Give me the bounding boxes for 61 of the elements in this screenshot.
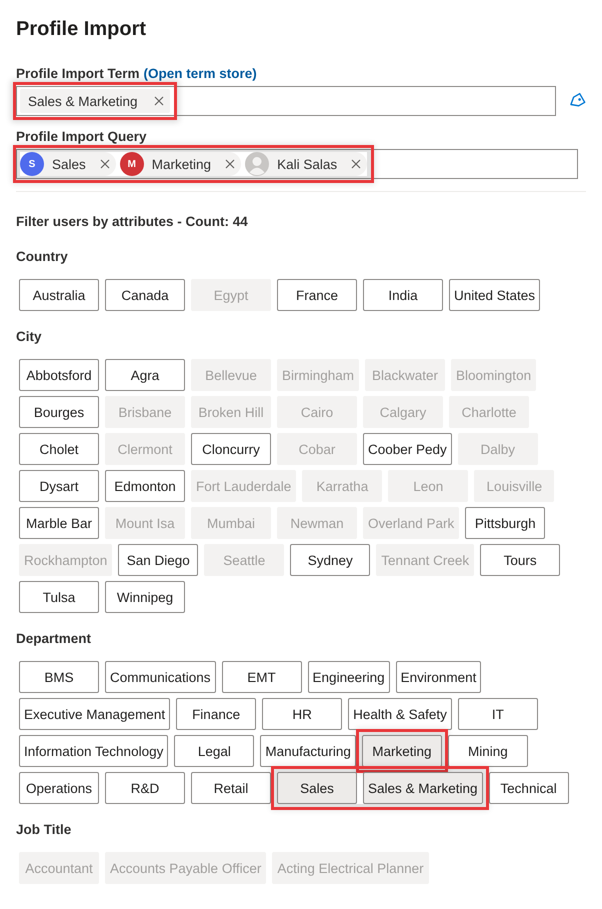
query-token: M Marketing [120,152,242,176]
avatar-icon: S [20,152,44,176]
filter-chip[interactable]: United States [449,279,540,311]
filter-chip[interactable]: Canada [105,279,185,311]
section-title: Job Title [16,822,72,837]
close-icon[interactable] [100,159,110,169]
term-token: Sales & Marketing [20,89,170,113]
filter-chip[interactable]: EMT [222,661,302,693]
filter-chip[interactable]: San Diego [118,544,198,576]
filter-chip[interactable]: HR [262,698,342,730]
filter-chip[interactable]: Marble Bar [19,507,99,539]
filter-chip[interactable]: Australia [19,279,99,311]
filter-chip[interactable]: Tours [480,544,560,576]
field-label: Profile Import Query [16,129,147,144]
filter-chip[interactable]: Cholet [19,433,99,465]
filter-chip[interactable]: Dysart [19,470,99,502]
filter-chip[interactable]: Marketing [362,735,442,767]
filter-chip[interactable]: Tulsa [19,581,99,613]
field-label: Profile Import Term [16,66,140,81]
filter-chip[interactable]: Operations [19,772,99,804]
filter-chip[interactable]: Technical [488,772,569,804]
filter-chip[interactable]: Pittsburgh [465,507,546,539]
filter-chip[interactable]: France [277,279,357,311]
filter-chip[interactable]: Agra [105,359,185,391]
filter-chip[interactable]: IT [458,698,538,730]
person-icon [245,152,270,176]
filter-chip[interactable]: Abbotsford [19,359,99,391]
section-title: Country [16,249,69,264]
section-title: Department [16,631,92,646]
filter-chip[interactable]: Manufacturing [260,735,356,767]
filter-chip[interactable]: Winnipeg [105,581,185,613]
section-title: City [16,329,43,344]
filter-chip[interactable]: Communications [105,661,216,693]
filter-chip[interactable]: BMS [19,661,99,693]
close-icon[interactable] [225,159,236,169]
filter-chip[interactable]: Retail [191,772,271,804]
filter-heading: Filter users by attributes - Count: 44 [16,214,249,229]
filter-chip[interactable]: Sales [277,772,357,804]
close-icon[interactable] [154,96,164,106]
filter-chip[interactable]: Mining [448,735,528,767]
filter-chip[interactable]: Cloncurry [191,433,271,465]
filter-chip[interactable]: Executive Management [19,698,170,730]
filter-chip[interactable]: Edmonton [105,470,185,502]
filter-chip[interactable]: Engineering [308,661,390,693]
query-token: S Sales [20,152,116,176]
filter-chip[interactable]: Legal [174,735,254,767]
filter-chip[interactable]: Sales & Marketing [363,772,483,804]
query-token: Kali Salas [245,152,368,176]
filter-chip[interactable]: Information Technology [19,735,168,767]
filter-chip[interactable]: R&D [105,772,185,804]
avatar-icon: M [120,152,144,176]
filter-chip[interactable]: Bourges [19,396,99,428]
term-store-link[interactable]: (Open term store) [144,66,257,81]
filter-chip[interactable]: Environment [396,661,482,693]
filter-chip[interactable]: Coober Pedy [363,433,452,465]
filter-chip[interactable]: India [363,279,443,311]
filter-chip[interactable]: Sydney [290,544,370,576]
filter-chip[interactable]: Health & Safety [348,698,452,730]
filter-chip[interactable]: Finance [176,698,256,730]
close-icon[interactable] [351,159,362,169]
page-title: Profile Import [16,18,148,41]
